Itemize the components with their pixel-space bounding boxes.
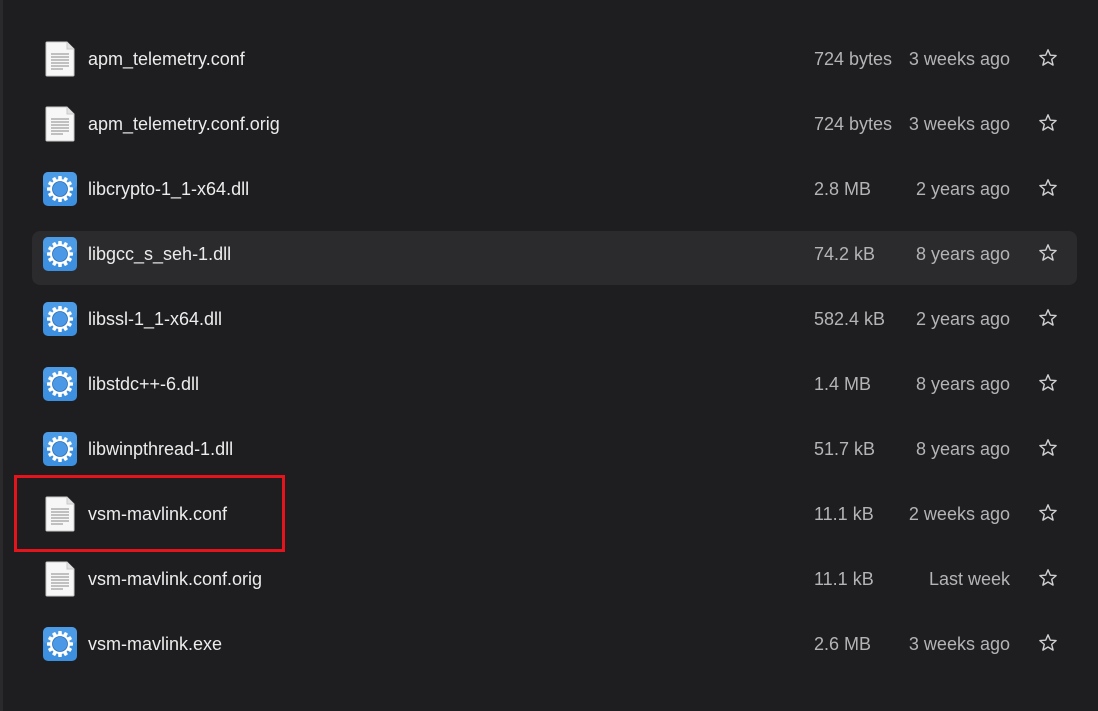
text-document-icon bbox=[42, 106, 78, 142]
file-size: 51.7 kB bbox=[814, 439, 876, 459]
star-icon[interactable] bbox=[1038, 633, 1058, 653]
file-row[interactable]: libgcc_s_seh-1.dll 74.2 kB 8 years ago bbox=[0, 221, 1098, 286]
file-size: 2.8 MB bbox=[814, 179, 872, 199]
file-row[interactable]: libcrypto-1_1-x64.dll 2.8 MB 2 years ago bbox=[0, 156, 1098, 221]
file-name: vsm-mavlink.exe bbox=[88, 634, 223, 654]
star-icon[interactable] bbox=[1038, 113, 1058, 133]
file-row[interactable]: vsm-mavlink.exe 2.6 MB 3 weeks ago bbox=[0, 611, 1098, 676]
file-name: libstdc++-6.dll bbox=[88, 374, 200, 394]
file-modified: 8 years ago bbox=[915, 374, 1010, 394]
file-size: 724 bytes bbox=[814, 114, 893, 134]
file-row[interactable]: apm_telemetry.conf.orig 724 bytes 3 weeks … bbox=[0, 91, 1098, 156]
executable-gear-icon bbox=[42, 301, 78, 337]
executable-gear-icon bbox=[42, 626, 78, 662]
file-modified: 3 weeks ago bbox=[908, 114, 1010, 134]
file-name: apm_telemetry.conf.orig bbox=[88, 114, 280, 134]
file-modified: 2 weeks ago bbox=[908, 504, 1010, 524]
star-icon[interactable] bbox=[1038, 438, 1058, 458]
star-icon[interactable] bbox=[1038, 48, 1058, 68]
file-name: libgcc_s_seh-1.dll bbox=[88, 244, 232, 264]
file-name: apm_telemetry.conf bbox=[88, 49, 245, 69]
file-name: libwinpthread-1.dll bbox=[88, 439, 234, 459]
file-name: vsm-mavlink.conf bbox=[88, 504, 228, 524]
text-document-icon bbox=[42, 41, 78, 77]
file-row[interactable]: apm_telemetry.conf 724 bytes 3 weeks ago bbox=[0, 26, 1098, 91]
star-icon[interactable] bbox=[1038, 568, 1058, 588]
star-icon[interactable] bbox=[1038, 373, 1058, 393]
executable-gear-icon bbox=[42, 236, 78, 272]
file-modified: 2 years ago bbox=[915, 179, 1010, 199]
star-icon[interactable] bbox=[1038, 308, 1058, 328]
star-icon[interactable] bbox=[1038, 178, 1058, 198]
star-icon[interactable] bbox=[1038, 503, 1058, 523]
file-size: 2.6 MB bbox=[814, 634, 872, 654]
file-modified: 8 years ago bbox=[915, 439, 1010, 459]
file-modified: 3 weeks ago bbox=[908, 49, 1010, 69]
executable-gear-icon bbox=[42, 171, 78, 207]
file-size: 11.1 kB bbox=[814, 504, 874, 524]
file-name: libcrypto-1_1-x64.dll bbox=[88, 179, 250, 199]
file-manager-list-view: apm_telemetry.conf 724 bytes 3 weeks ago ap… bbox=[0, 0, 1098, 711]
file-modified: 3 weeks ago bbox=[908, 634, 1010, 654]
file-size: 74.2 kB bbox=[814, 244, 876, 264]
text-document-icon bbox=[42, 561, 78, 597]
file-size: 11.1 kB bbox=[814, 569, 874, 589]
file-list: apm_telemetry.conf 724 bytes 3 weeks ago ap… bbox=[0, 26, 1098, 676]
executable-gear-icon bbox=[42, 366, 78, 402]
file-name: vsm-mavlink.conf.orig bbox=[88, 569, 263, 589]
file-row[interactable]: libwinpthread-1.dll 51.7 kB 8 years ago bbox=[0, 416, 1098, 481]
file-row[interactable]: libssl-1_1-x64.dll 582.4 kB 2 years ago bbox=[0, 286, 1098, 351]
file-row[interactable]: libstdc++-6.dll 1.4 MB 8 years ago bbox=[0, 351, 1098, 416]
executable-gear-icon bbox=[42, 431, 78, 467]
file-row[interactable]: vsm-mavlink.conf.orig 11.1 kB Last week bbox=[0, 546, 1098, 611]
file-size: 724 bytes bbox=[814, 49, 893, 69]
file-row[interactable]: vsm-mavlink.conf 11.1 kB 2 weeks ago bbox=[0, 481, 1098, 546]
file-modified: Last week bbox=[928, 569, 1010, 589]
file-size: 1.4 MB bbox=[814, 374, 872, 394]
star-icon[interactable] bbox=[1038, 243, 1058, 263]
file-modified: 2 years ago bbox=[915, 309, 1010, 329]
file-name: libssl-1_1-x64.dll bbox=[88, 309, 223, 329]
text-document-icon bbox=[42, 496, 78, 532]
file-size: 582.4 kB bbox=[814, 309, 886, 329]
file-modified: 8 years ago bbox=[915, 244, 1010, 264]
